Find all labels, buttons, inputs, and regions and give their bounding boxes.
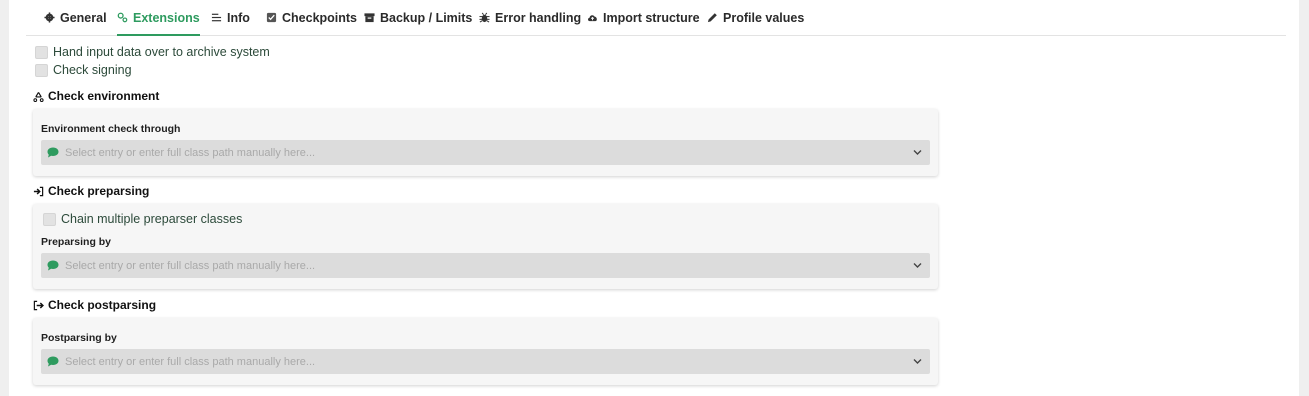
tab-label: Checkpoints	[282, 10, 358, 25]
environment-card: Environment check through	[33, 109, 938, 176]
archive-icon	[364, 13, 375, 23]
gear-icon	[44, 12, 55, 23]
check-signing-checkbox[interactable]	[35, 63, 48, 77]
sign-out-icon	[33, 300, 44, 310]
tab-general[interactable]: General	[44, 0, 107, 35]
chain-preparser-checkbox[interactable]	[43, 212, 56, 226]
check-postparsing-heading: Check postparsing	[33, 298, 156, 312]
tab-label: Backup / Limits	[380, 10, 473, 25]
tab-import-structure[interactable]: Import structure	[587, 0, 700, 35]
comment-icon	[47, 356, 59, 367]
tab-info[interactable]: Info	[211, 0, 250, 35]
section-title-text: Check preparsing	[48, 184, 150, 198]
tab-label: Info	[227, 10, 250, 25]
check-environment-heading: Check environment	[33, 89, 159, 103]
chevron-down-icon[interactable]	[913, 262, 922, 269]
comment-icon	[47, 147, 59, 158]
section-title-text: Check postparsing	[48, 298, 157, 312]
tab-profile-values[interactable]: Profile values	[707, 0, 804, 35]
tab-label: Import structure	[603, 10, 700, 25]
preparsing-card: Chain multiple preparser classes Prepars…	[33, 204, 938, 289]
tab-backup-limits[interactable]: Backup / Limits	[364, 0, 472, 35]
tab-label: General	[60, 10, 107, 25]
hand-input-label: Hand input data over to archive system	[53, 45, 270, 59]
preparsing-field-label: Preparsing by	[41, 236, 112, 248]
environment-select[interactable]	[41, 140, 930, 165]
postparsing-input[interactable]	[65, 349, 885, 374]
tab-extensions[interactable]: Extensions	[117, 0, 200, 36]
sign-in-icon	[33, 186, 44, 196]
tab-checkpoints[interactable]: Checkpoints	[266, 0, 357, 35]
postparsing-select[interactable]	[41, 349, 930, 374]
preparsing-input[interactable]	[65, 253, 885, 278]
chevron-down-icon[interactable]	[913, 358, 922, 365]
environment-input[interactable]	[65, 140, 885, 165]
environment-field-label: Environment check through	[41, 123, 181, 135]
list-icon	[211, 13, 222, 22]
cogs-icon	[117, 12, 128, 23]
postparsing-card: Postparsing by	[33, 318, 938, 385]
hand-input-checkbox[interactable]	[35, 45, 48, 59]
hand-input-option[interactable]: Hand input data over to archive system	[35, 45, 270, 59]
recycle-icon	[33, 91, 44, 102]
chain-preparser-option[interactable]: Chain multiple preparser classes	[43, 212, 242, 226]
pen-icon	[707, 13, 717, 23]
tab-label: Profile values	[723, 10, 805, 25]
checkbox-icon	[266, 12, 277, 23]
chain-preparser-label: Chain multiple preparser classes	[61, 212, 243, 226]
tab-bar: General Extensions Info Checkpoints Back…	[26, 0, 1286, 36]
preparsing-select[interactable]	[41, 253, 930, 278]
comment-icon	[47, 260, 59, 271]
tab-label: Extensions	[133, 10, 200, 25]
check-signing-label: Check signing	[53, 63, 132, 77]
cloud-upload-icon	[588, 15, 597, 22]
tab-label: Error handling	[495, 10, 582, 25]
tab-error-handling[interactable]: Error handling	[479, 0, 581, 35]
postparsing-field-label: Postparsing by	[41, 332, 117, 344]
check-preparsing-heading: Check preparsing	[33, 184, 149, 198]
section-title-text: Check environment	[48, 89, 160, 103]
bug-icon	[479, 12, 490, 23]
chevron-down-icon[interactable]	[913, 149, 922, 156]
check-signing-option[interactable]: Check signing	[35, 63, 132, 77]
